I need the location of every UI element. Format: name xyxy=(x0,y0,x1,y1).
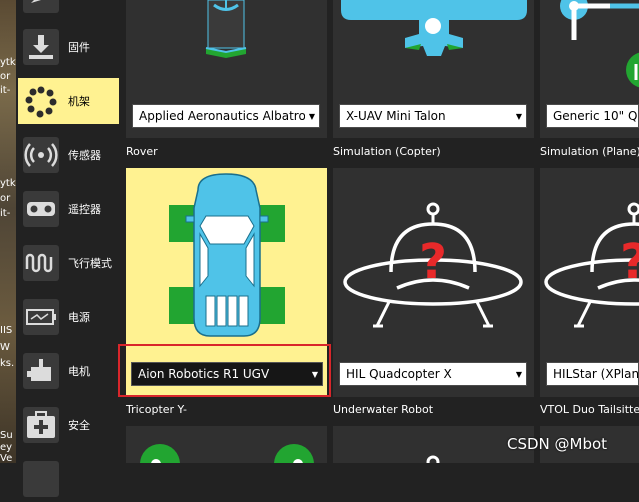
airframe-dots-icon xyxy=(18,78,64,124)
svg-text:?: ? xyxy=(419,234,447,290)
desktop-text: Su xyxy=(0,430,13,441)
chevron-down-icon: ▼ xyxy=(308,111,316,121)
quadrotor-icon xyxy=(560,0,639,88)
first-aid-icon xyxy=(18,402,64,448)
desktop-text: or xyxy=(0,71,11,82)
desktop-text: it- xyxy=(0,85,11,96)
sidebar-item-safety[interactable]: 安全 xyxy=(18,402,119,448)
sidebar-item-flight-modes[interactable]: 飞行模式 xyxy=(18,240,119,286)
sidebar-item-label: 机架 xyxy=(68,95,90,108)
select-value: HILStar (XPlane) xyxy=(553,367,638,381)
sidebar-item-label: 固件 xyxy=(68,41,90,54)
unknown-ufo-icon xyxy=(426,455,440,463)
airframe-card-tricopter[interactable] xyxy=(126,426,327,463)
rover-icon xyxy=(169,173,285,337)
sidebar-item-label: 遥控器 xyxy=(68,203,101,216)
desktop-text: ey xyxy=(0,442,13,453)
airframe-select-sim-plane[interactable]: HILStar (XPlane) xyxy=(546,362,639,386)
select-value: Applied Aeronautics Albatross xyxy=(139,109,305,123)
sidebar-item-radio[interactable]: 遥控器 xyxy=(18,186,119,232)
group-title-underwater: Underwater Robot xyxy=(333,403,434,416)
selection-highlight-box xyxy=(118,344,331,397)
chevron-down-icon: ▼ xyxy=(515,369,523,379)
watermark-text: CSDN @Mbot xyxy=(507,435,608,453)
unknown-ufo-icon: ? xyxy=(343,202,523,328)
chevron-down-icon: ▼ xyxy=(515,111,523,121)
sidebar-item-sensors[interactable]: 传感器 xyxy=(18,132,119,178)
desktop-text: ytk xyxy=(0,57,16,68)
svg-text:?: ? xyxy=(620,234,639,290)
desktop-text: Ve xyxy=(0,453,13,463)
sidebar-item-summary[interactable] xyxy=(18,0,119,18)
plane-icon xyxy=(18,0,64,18)
motor-icon xyxy=(18,348,64,394)
airframe-select-quadrotor[interactable]: Generic 10" Quadrotor xyxy=(546,104,639,128)
desktop-text: ytk xyxy=(0,178,16,189)
desktop-text: IIS xyxy=(0,325,13,336)
waveform-icon xyxy=(18,240,64,286)
sidebar-item-airframe[interactable]: 机架 xyxy=(18,78,119,124)
sidebar-item-motors[interactable]: 电机 xyxy=(18,348,119,394)
sidebar-item-label: 电源 xyxy=(68,311,90,324)
gamepad-icon xyxy=(18,186,64,232)
radio-waves-icon xyxy=(18,132,64,178)
sidebar-item-label: 飞行模式 xyxy=(68,257,112,270)
desktop-text: ks. xyxy=(0,358,15,369)
sidebar-item-label: 电机 xyxy=(68,365,90,378)
airframe-select-flying-wing[interactable]: X-UAV Mini Talon ▼ xyxy=(339,104,527,128)
airframe-select-standard-plane[interactable]: Applied Aeronautics Albatross ▼ xyxy=(132,104,320,128)
airframe-select-sim-copter[interactable]: HIL Quadcopter X ▼ xyxy=(339,362,527,386)
vtol-plane-icon xyxy=(205,0,247,58)
select-value: Generic 10" Quadrotor xyxy=(553,109,638,123)
sidebar-item-label: 安全 xyxy=(68,419,90,432)
group-title-tricopter: Tricopter Y- xyxy=(126,403,187,416)
group-title-sim-plane: Simulation (Plane) xyxy=(540,145,639,158)
select-value: X-UAV Mini Talon xyxy=(346,109,446,123)
group-title-sim-copter: Simulation (Copter) xyxy=(333,145,441,158)
unknown-ufo-icon: ? xyxy=(544,202,639,328)
select-value: HIL Quadcopter X xyxy=(346,367,452,381)
tricopter-icon xyxy=(140,444,314,463)
download-icon xyxy=(18,24,64,70)
desktop-background-strip: ytk or it- ytk or it- IIS W ks. Su ey Ve xyxy=(0,0,16,463)
airframe-card-underwater[interactable] xyxy=(333,426,534,463)
fixed-wing-plane-icon xyxy=(341,0,527,56)
desktop-text: W xyxy=(0,342,10,353)
sidebar-item-label: 传感器 xyxy=(68,149,101,162)
desktop-text: it- xyxy=(0,208,11,219)
group-title-vtol-tailsitter: VTOL Duo Tailsitter xyxy=(540,403,639,416)
battery-icon xyxy=(18,294,64,340)
sidebar-item-power[interactable]: 电源 xyxy=(18,294,119,340)
group-title-rover: Rover xyxy=(126,145,158,158)
sidebar-item-firmware[interactable]: 固件 xyxy=(18,24,119,70)
setup-sidebar: 固件 机架 传感器 遥控器 飞行模式 电源 电机 安全 xyxy=(16,0,124,497)
desktop-text: or xyxy=(0,193,11,204)
